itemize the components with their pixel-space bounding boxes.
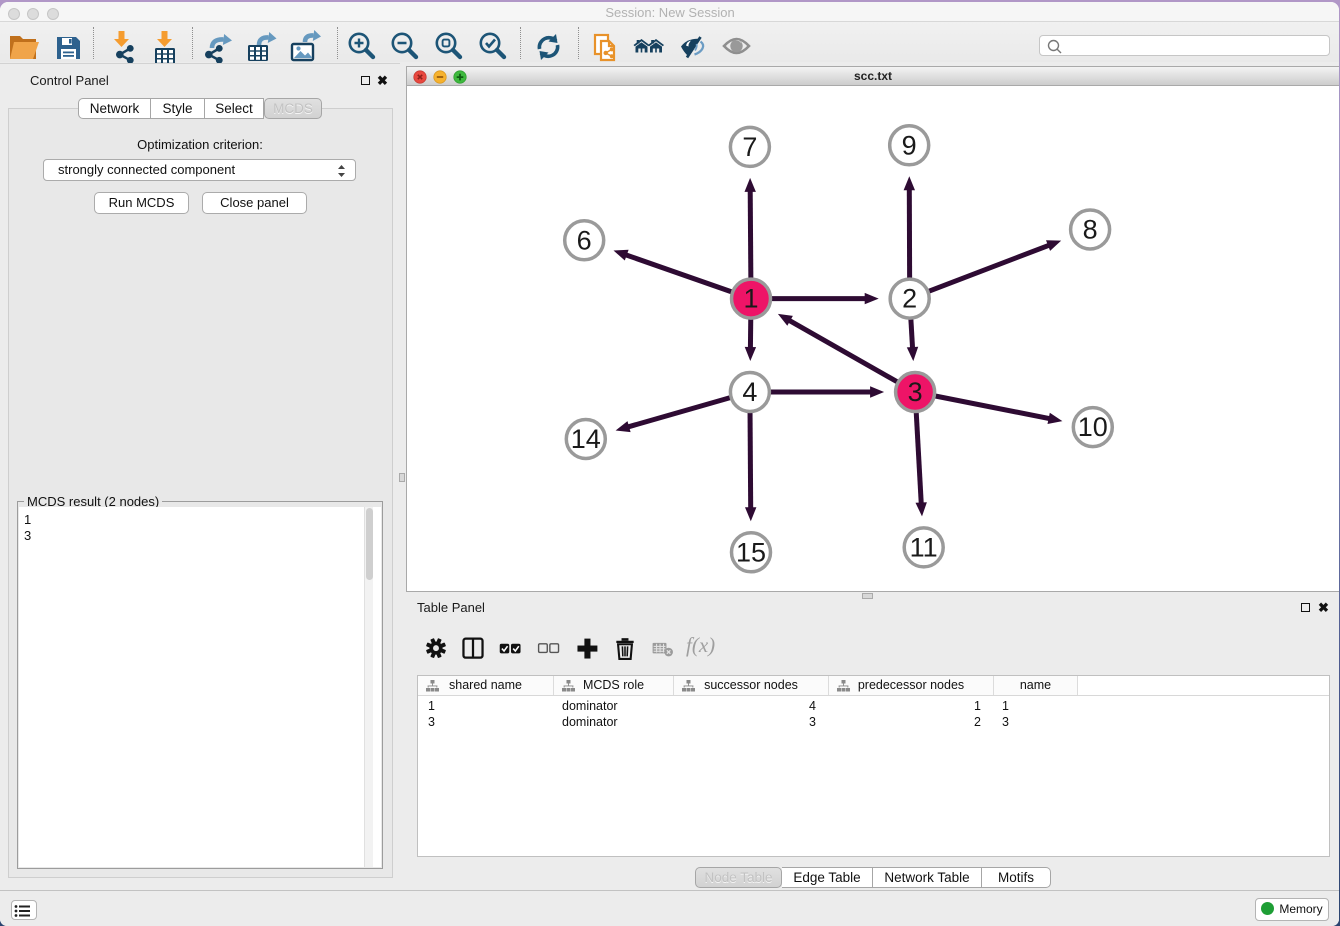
svg-text:6: 6 xyxy=(577,225,592,255)
svg-text:10: 10 xyxy=(1078,412,1108,442)
svg-text:15: 15 xyxy=(736,537,766,567)
svg-text:8: 8 xyxy=(1083,215,1098,245)
svg-text:7: 7 xyxy=(742,132,757,162)
svg-text:2: 2 xyxy=(902,284,917,314)
svg-text:14: 14 xyxy=(571,424,601,454)
svg-text:1: 1 xyxy=(743,284,758,314)
svg-text:3: 3 xyxy=(908,377,923,407)
svg-text:11: 11 xyxy=(910,532,938,562)
svg-text:4: 4 xyxy=(742,377,757,407)
svg-text:9: 9 xyxy=(902,130,917,160)
